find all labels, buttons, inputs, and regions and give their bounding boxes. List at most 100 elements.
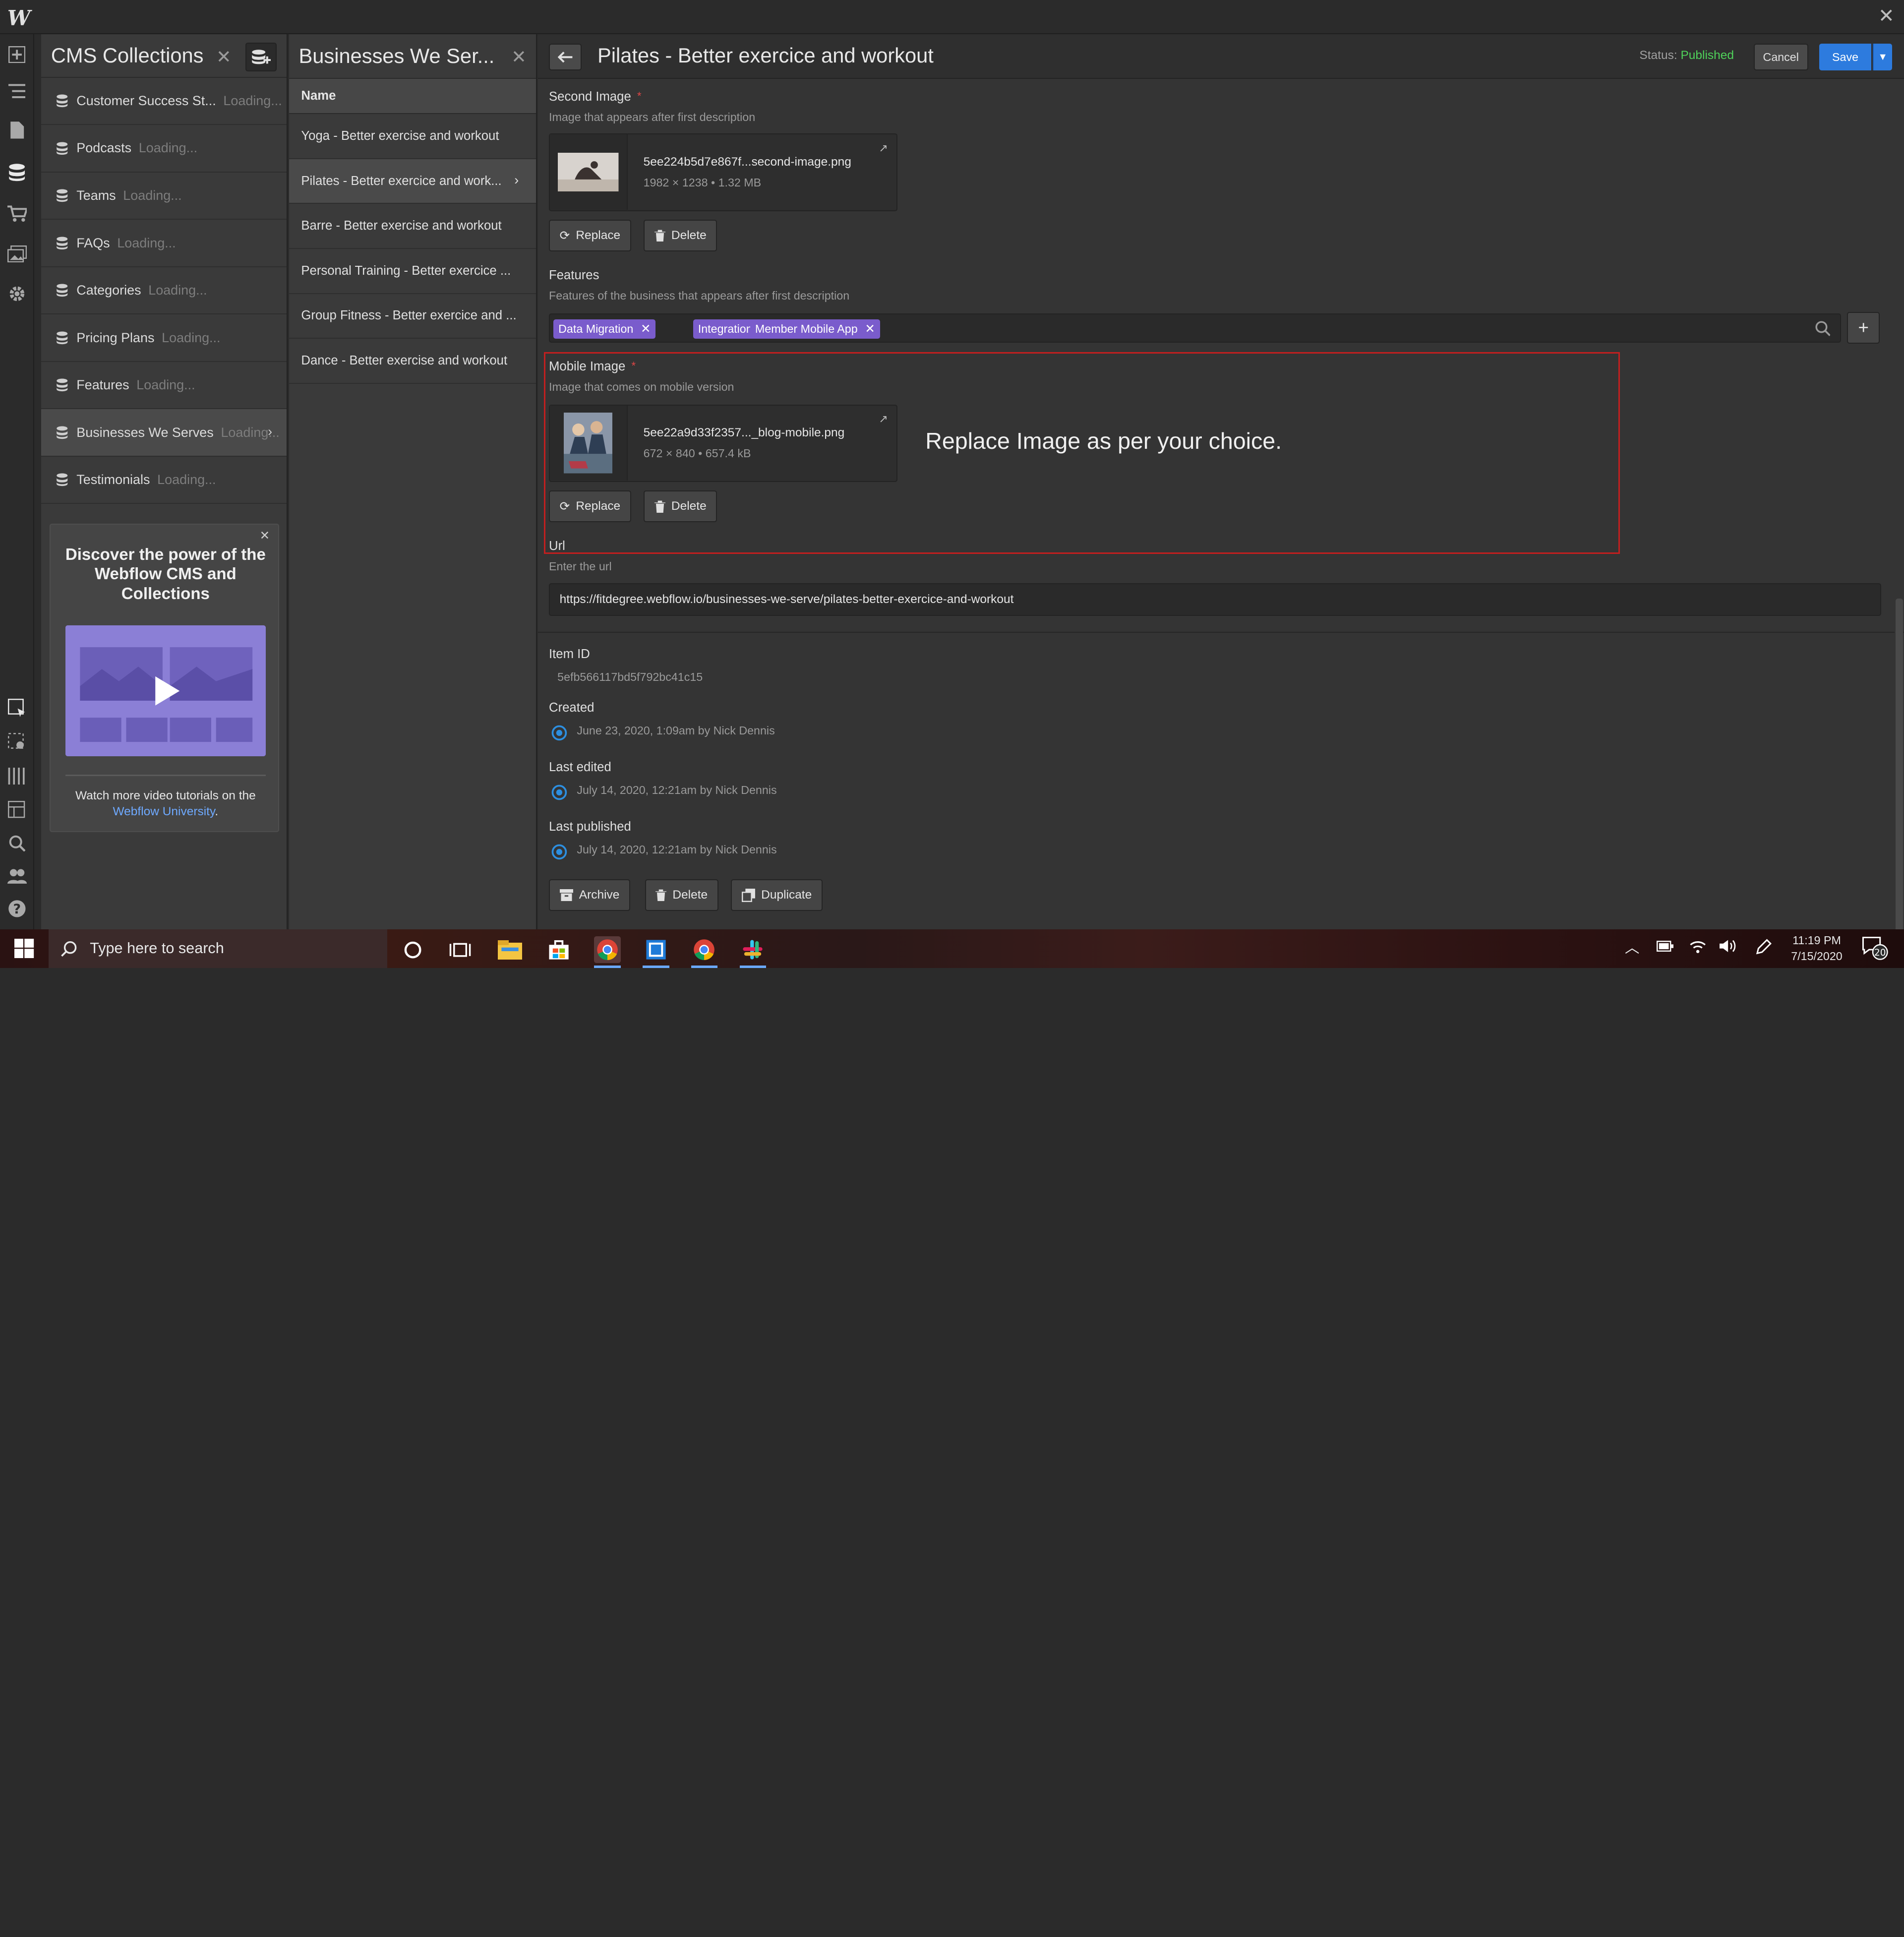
item-row[interactable]: Group Fitness - Better exercice and ... — [289, 294, 536, 339]
slack-icon[interactable] — [740, 936, 767, 963]
windows-start-icon[interactable] — [14, 939, 34, 963]
item-row[interactable]: Yoga - Better exercise and workout — [289, 114, 536, 159]
remove-tag-icon[interactable]: ✕ — [865, 321, 875, 336]
delete-second-image-button[interactable]: Delete — [644, 220, 717, 251]
collection-item-podcasts[interactable]: Podcasts Loading... — [41, 125, 287, 173]
item-row[interactable]: Barre - Better exercise and workout — [289, 204, 536, 249]
save-options-chevron-icon[interactable]: ▼ — [1872, 44, 1892, 71]
duplicate-label: Duplicate — [761, 888, 812, 902]
item-row[interactable]: Dance - Better exercise and workout — [289, 339, 536, 384]
chrome-icon-active[interactable] — [594, 936, 621, 964]
task-view-icon[interactable] — [447, 936, 474, 963]
item-row-selected[interactable]: Pilates - Better exercice and work... › — [289, 159, 536, 204]
tray-overflow-chevron-icon[interactable]: ︿ — [1625, 940, 1639, 956]
add-collection-button[interactable] — [245, 42, 277, 72]
webflow-university-link[interactable]: Webflow University — [113, 805, 215, 818]
add-panel-icon[interactable] — [6, 44, 28, 65]
annotation-text: Replace Image as per your choice. — [925, 428, 1282, 454]
ecommerce-cart-icon[interactable] — [6, 203, 28, 225]
collection-items-panel: Businesses We Ser... ✕ Name Yoga - Bette… — [289, 34, 537, 929]
notification-center-icon[interactable]: 20 — [1862, 936, 1889, 965]
features-multi-reference-field[interactable]: Data Migration ✕ Integrations ✕ Member Mob… — [549, 313, 1841, 343]
second-image-thumbnail[interactable] — [550, 134, 628, 210]
second-image-meta: 1982 × 1238 • 1.32 MB — [643, 176, 762, 189]
collection-item-testimonials[interactable]: Testimonials Loading... — [41, 457, 287, 504]
cms-database-icon[interactable] — [6, 162, 28, 183]
tag-label: Data Migration — [558, 322, 634, 335]
settings-gear-icon[interactable] — [6, 283, 28, 305]
item-label: Pilates - Better exercice and work... — [301, 174, 502, 188]
grid-overlay-icon[interactable] — [6, 765, 28, 787]
chrome-icon[interactable] — [691, 936, 718, 963]
snipping-tool-icon[interactable] — [643, 936, 669, 963]
status-value: Published — [1680, 48, 1734, 62]
battery-icon[interactable] — [1656, 940, 1673, 956]
volume-icon[interactable] — [1720, 939, 1736, 958]
preview-icon[interactable] — [6, 731, 28, 753]
save-button[interactable]: Save — [1819, 44, 1872, 71]
duplicate-button[interactable]: Duplicate — [731, 879, 823, 911]
promo-text-period: . — [215, 804, 219, 818]
wifi-icon[interactable] — [1689, 939, 1706, 958]
feature-tag: Member Mobile App ✕ — [750, 319, 880, 339]
assets-icon[interactable] — [6, 243, 28, 265]
collection-status: Loading... — [123, 188, 182, 203]
chevron-right-icon: › — [514, 172, 519, 187]
second-image-label: Second Image * — [549, 90, 642, 104]
pen-icon[interactable] — [1755, 939, 1772, 960]
collection-item-businesses-we-serves[interactable]: Businesses We Serves Loading... › — [41, 409, 287, 457]
url-input[interactable]: https://fitdegree.webflow.io/businesses-… — [549, 583, 1881, 616]
archive-button[interactable]: Archive — [549, 879, 630, 911]
collection-item-customer-success[interactable]: Customer Success St... Loading... — [41, 78, 287, 125]
collection-item-categories[interactable]: Categories Loading... — [41, 267, 287, 315]
scrollbar-thumb[interactable] — [1896, 599, 1903, 964]
running-app-indicator — [691, 966, 718, 968]
top-bar: W ✕ — [0, 0, 1904, 34]
delete-item-button[interactable]: Delete — [645, 879, 718, 911]
cortana-icon[interactable] — [400, 936, 426, 963]
name-column-header[interactable]: Name — [289, 77, 536, 115]
search-icon[interactable] — [1815, 319, 1831, 341]
mobile-image-thumbnail[interactable] — [550, 405, 628, 481]
add-feature-button[interactable]: + — [1847, 312, 1880, 344]
collection-item-pricing-plans[interactable]: Pricing Plans Loading... — [41, 314, 287, 362]
collection-label: Testimonials — [76, 472, 150, 487]
close-designer-icon[interactable]: ✕ — [1878, 5, 1895, 27]
replace-label: Replace — [576, 499, 621, 513]
microsoft-store-icon[interactable] — [545, 936, 572, 963]
close-panel-icon[interactable]: ✕ — [216, 46, 232, 67]
collection-item-faqs[interactable]: FAQs Loading... — [41, 220, 287, 267]
file-explorer-icon[interactable] — [497, 936, 524, 963]
editor-scrollbar[interactable] — [1894, 79, 1903, 964]
second-image-card: 5ee224b5d7e867f...second-image.png 1982 … — [549, 133, 897, 212]
close-promo-icon[interactable]: ✕ — [260, 528, 270, 543]
replace-second-image-button[interactable]: ⟳ Replace — [549, 220, 631, 251]
back-button[interactable] — [549, 44, 582, 71]
cancel-button[interactable]: Cancel — [1753, 44, 1808, 71]
webflow-logo[interactable]: W — [7, 6, 31, 30]
second-image-filename: 5ee224b5d7e867f...second-image.png — [643, 155, 851, 169]
close-items-panel-icon[interactable]: ✕ — [511, 46, 527, 67]
navigator-icon[interactable] — [6, 80, 28, 102]
collection-item-features[interactable]: Features Loading... — [41, 362, 287, 410]
item-row[interactable]: Personal Training - Better exercice ... — [289, 249, 536, 294]
clock-display[interactable]: 11:19 PM 7/15/2020 — [1785, 933, 1848, 965]
external-link-icon[interactable]: ↗ — [879, 142, 888, 155]
search-tool-icon[interactable] — [6, 832, 28, 854]
promo-video-thumbnail[interactable] — [65, 625, 266, 757]
collection-item-teams[interactable]: Teams Loading... — [41, 173, 287, 220]
taskbar-search-box[interactable]: Type here to search — [48, 929, 388, 968]
remove-tag-icon[interactable]: ✕ — [641, 321, 651, 336]
select-element-icon[interactable] — [6, 697, 28, 719]
trash-icon — [654, 230, 665, 242]
delete-mobile-image-button[interactable]: Delete — [644, 490, 717, 523]
section-divider — [537, 631, 1904, 633]
replace-mobile-image-button[interactable]: ⟳ Replace — [549, 490, 631, 523]
layout-icon[interactable] — [6, 799, 28, 821]
collection-label: FAQs — [76, 235, 110, 250]
tag-label: Integrations — [698, 322, 759, 335]
external-link-icon[interactable]: ↗ — [879, 413, 888, 425]
help-icon[interactable]: ? — [6, 898, 28, 919]
pages-icon[interactable] — [6, 119, 28, 141]
users-icon[interactable] — [6, 865, 28, 887]
